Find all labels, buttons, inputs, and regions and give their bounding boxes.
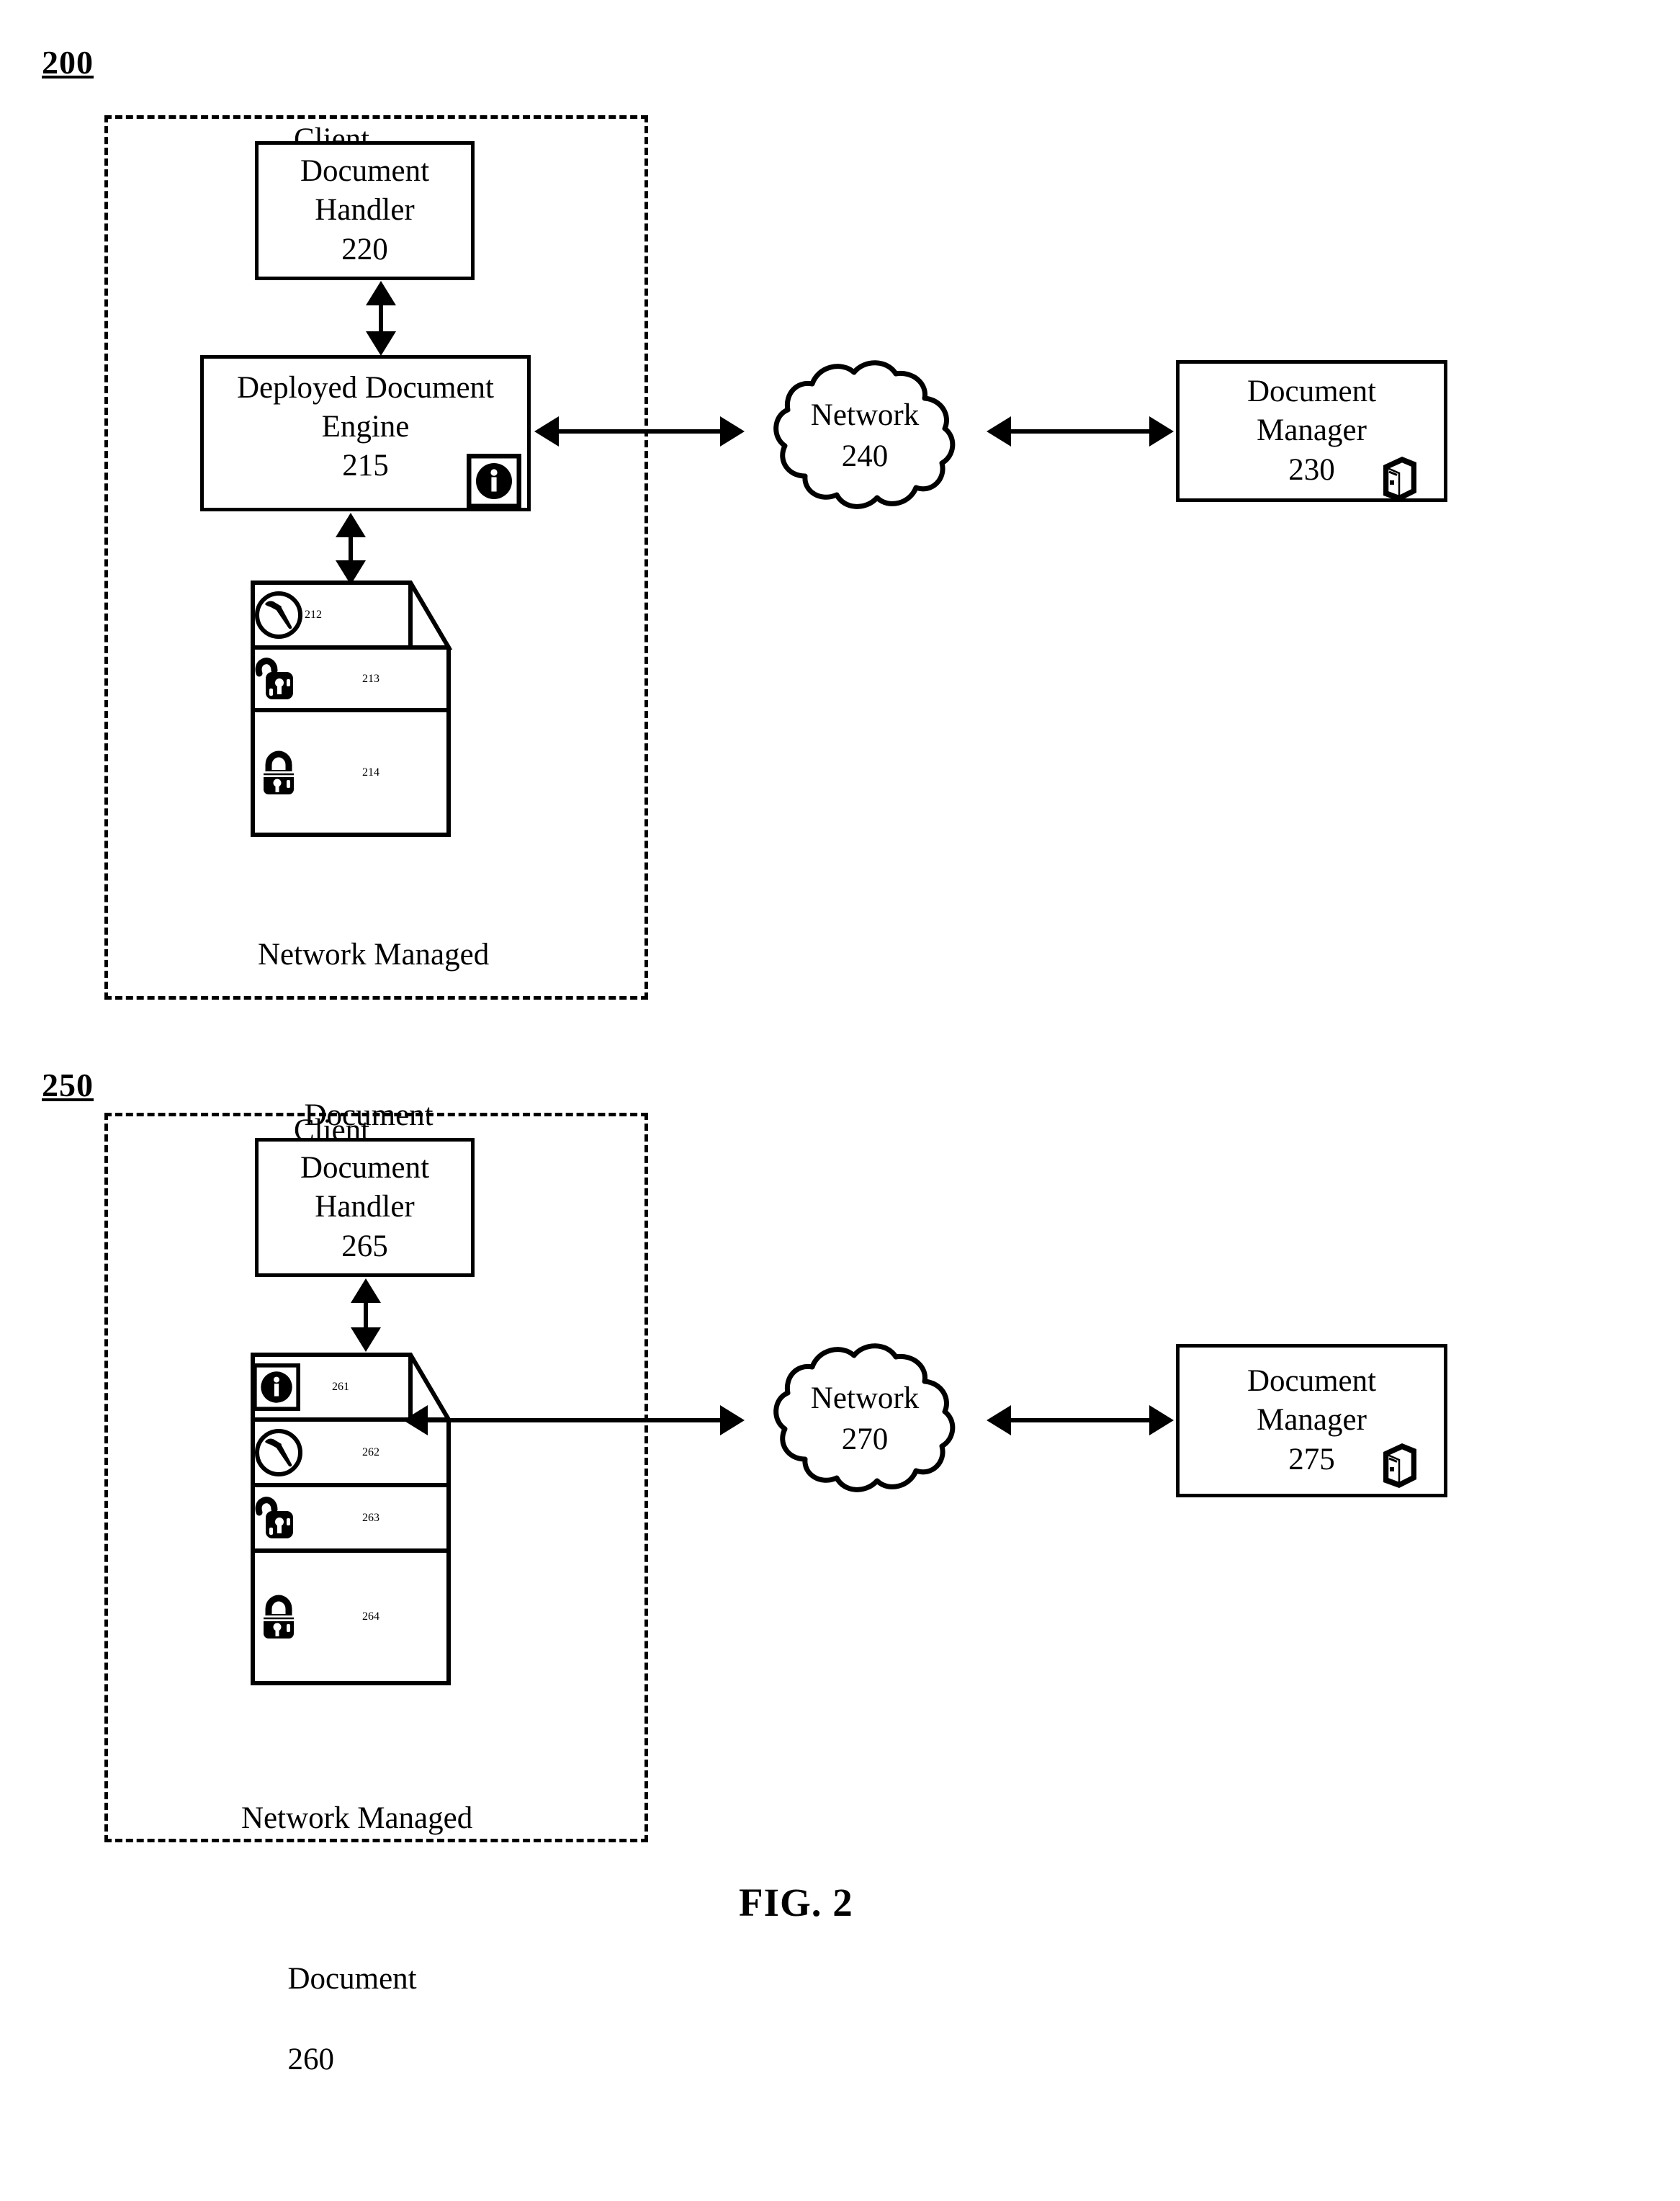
network-270-name: Network [810, 1381, 920, 1415]
document-handler-265-line2: Handler [315, 1190, 415, 1224]
document-row-261[interactable]: 261 [253, 1355, 410, 1420]
network-240-label: Network 240 [746, 395, 984, 478]
document-manager-230-line2: Manager [1257, 413, 1367, 448]
document-handler-265-line1: Document [300, 1151, 430, 1185]
document-row-263-number: 263 [362, 1511, 379, 1524]
arrow-network-to-manager [987, 416, 1174, 447]
hammer-in-circle-icon [253, 1427, 305, 1479]
arrow-shaft [1005, 1418, 1155, 1422]
document-manager-275-line2: Manager [1257, 1403, 1367, 1438]
document-row-262-number: 262 [362, 1445, 379, 1458]
arrow-handler-to-engine [366, 281, 396, 356]
document-manager-275-number: 275 [1288, 1442, 1335, 1476]
info-icon [253, 1363, 300, 1411]
document-handler-220-line1: Document [300, 154, 430, 189]
server-tower-icon [1373, 451, 1425, 507]
document-row-214-number: 214 [362, 766, 379, 779]
network-270-label: Network 270 [746, 1379, 984, 1461]
document-handler-220-line2: Handler [315, 193, 415, 228]
document-handler-265-number: 265 [341, 1229, 388, 1263]
nmd-260-number: 260 [287, 2043, 335, 2077]
deployed-document-engine-215-line1: Deployed Document [236, 371, 495, 405]
figure-reference-200: 200 [42, 44, 94, 81]
document-row-214[interactable]: 214 [253, 710, 449, 835]
open-padlock-icon [253, 1492, 305, 1544]
network-240-number: 240 [841, 439, 889, 473]
document-row-264-number: 264 [362, 1610, 379, 1623]
document-handler-220-box[interactable]: Document Handler 220 [255, 141, 475, 280]
document-row-212[interactable]: 212 [253, 583, 410, 647]
deployed-document-engine-215-line2: Engine [321, 410, 410, 444]
nmd-260-caption-line2: Document [287, 1962, 417, 1996]
arrow-engine-to-document [336, 513, 366, 585]
network-270-number: 270 [841, 1422, 889, 1456]
figure-canvas: 200 Client 205 Document Handler 220 Depl… [0, 0, 1680, 2076]
figure-reference-250: 250 [42, 1067, 94, 1103]
document-row-264[interactable]: 264 [253, 1551, 449, 1683]
open-padlock-icon [253, 653, 305, 705]
document-manager-275-line1: Document [1246, 1364, 1377, 1399]
arrow-network-270-to-manager-275 [987, 1405, 1174, 1435]
arrow-shaft [422, 1418, 726, 1422]
server-tower-icon [1373, 1438, 1425, 1494]
network-managed-document-210[interactable]: 212 213 214 [251, 580, 482, 837]
network-240-name: Network [810, 398, 920, 432]
deployed-document-engine-215-number: 215 [342, 449, 389, 483]
closed-padlock-icon [253, 747, 305, 799]
arrow-engine-to-network [534, 416, 745, 447]
document-handler-220-number: 220 [341, 232, 388, 266]
document-handler-265-box[interactable]: Document Handler 265 [255, 1138, 475, 1277]
document-manager-230-line1: Document [1246, 375, 1377, 409]
arrowhead-right [720, 1405, 745, 1435]
arrowhead-down [351, 1327, 381, 1352]
network-240-cloud[interactable]: Network 240 [746, 358, 984, 513]
arrow-shaft [1005, 429, 1155, 434]
arrow-document-260-to-network [403, 1405, 745, 1435]
arrowhead-right [720, 416, 745, 447]
closed-padlock-icon [253, 1591, 305, 1643]
arrow-handler-to-document-260 [351, 1278, 381, 1352]
document-row-212-number: 212 [305, 609, 322, 621]
document-row-261-number: 261 [332, 1381, 349, 1393]
nmd-210-caption-line1: Network Managed [258, 937, 490, 972]
document-row-213[interactable]: 213 [253, 647, 449, 710]
document-row-213-number: 213 [362, 672, 379, 685]
arrowhead-right [1149, 1405, 1174, 1435]
network-270-cloud[interactable]: Network 270 [746, 1341, 984, 1496]
arrowhead-down [366, 331, 396, 356]
document-manager-230-number: 230 [1288, 452, 1335, 487]
network-managed-document-260[interactable]: 261 262 263 264 [251, 1353, 482, 1685]
nmd-260-caption-line1: Network Managed [241, 1801, 473, 1835]
figure-caption: FIG. 2 [739, 1881, 853, 1924]
arrowhead-right [1149, 416, 1174, 447]
arrow-shaft [553, 429, 726, 434]
document-row-263[interactable]: 263 [253, 1485, 449, 1551]
hammer-in-circle-icon [253, 589, 305, 641]
network-managed-document-260-caption: Network Managed Document 260 [241, 1718, 472, 2201]
info-icon[interactable] [467, 454, 521, 508]
